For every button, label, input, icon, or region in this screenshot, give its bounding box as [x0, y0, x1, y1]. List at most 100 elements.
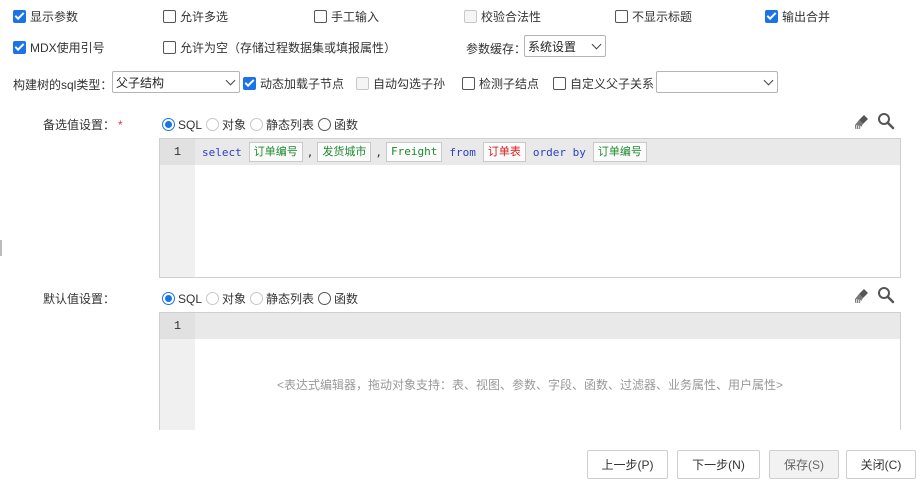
- checkbox-icon: [462, 77, 475, 90]
- radio-static-list[interactable]: 静态列表: [250, 116, 314, 133]
- comma: ,: [306, 145, 314, 159]
- allow-empty-checkbox[interactable]: 允许为空（存储过程数据集或填报属性）: [163, 39, 396, 56]
- radio-sql-label: SQL: [178, 291, 203, 306]
- show-params-label: 显示参数: [30, 10, 79, 24]
- close-button[interactable]: 关闭(C): [846, 450, 916, 479]
- hide-title-checkbox[interactable]: 不显示标题: [615, 8, 692, 25]
- line-number: 1: [160, 139, 195, 165]
- radio-object[interactable]: 对象: [206, 290, 246, 307]
- dynamic-load-checkbox[interactable]: 动态加载子节点: [243, 75, 344, 92]
- sql-code-line: select 订单编号 , 发货城市 , Freight from 订单表 or…: [199, 142, 647, 162]
- checkbox-checked-icon: [765, 10, 778, 23]
- output-merge-label: 输出合并: [782, 10, 831, 24]
- tree-sql-type-label: 构建树的sql类型：: [13, 78, 113, 92]
- resize-handle[interactable]: [0, 240, 2, 256]
- hide-title-label: 不显示标题: [632, 10, 693, 24]
- mdx-quote-checkbox[interactable]: MDX使用引号: [13, 39, 105, 56]
- radio-sql-label: SQL: [178, 117, 203, 132]
- custom-parent-label: 自定义父子关系: [570, 77, 655, 91]
- field-token[interactable]: 订单编号: [592, 142, 647, 162]
- radio-object-label: 对象: [222, 292, 247, 306]
- chevron-down-icon: [591, 39, 602, 50]
- search-icon[interactable]: [877, 112, 895, 130]
- checkbox-icon: [615, 10, 628, 23]
- checkbox-icon: [314, 10, 327, 23]
- allow-multi-label: 允许多选: [180, 10, 229, 24]
- tree-sql-type-select[interactable]: 父子结构: [112, 71, 240, 93]
- field-token[interactable]: 发货城市: [317, 142, 372, 162]
- field-token[interactable]: Freight: [386, 142, 443, 162]
- param-cache-value: 系统设置: [528, 39, 577, 54]
- radio-sql[interactable]: SQL: [162, 118, 202, 132]
- radio-icon: [318, 292, 332, 305]
- checkbox-checked-icon: [13, 10, 26, 23]
- active-line: [160, 313, 900, 339]
- param-cache-select[interactable]: 系统设置: [524, 35, 606, 57]
- validate-checkbox: 校验合法性: [464, 8, 541, 25]
- candidate-label: 备选值设置： *: [43, 116, 123, 133]
- radio-function[interactable]: 函数: [318, 290, 358, 307]
- field-token[interactable]: 订单编号: [248, 142, 303, 162]
- checkbox-icon: [163, 41, 176, 54]
- line-number: 1: [160, 313, 195, 339]
- radio-icon: [250, 292, 264, 305]
- auto-check-desc-label: 自动勾选子孙: [373, 77, 446, 91]
- radio-icon: [206, 118, 220, 131]
- broom-icon[interactable]: [853, 113, 871, 131]
- radio-object[interactable]: 对象: [206, 116, 246, 133]
- candidate-sql-editor[interactable]: 1 select 订单编号 , 发货城市 , Freight from 订单表 …: [159, 138, 901, 278]
- auto-check-desc-checkbox: 自动勾选子孙: [356, 75, 445, 92]
- param-cache-label: 参数缓存：: [466, 42, 527, 56]
- show-params-checkbox[interactable]: 显示参数: [13, 8, 78, 25]
- checkbox-icon: [163, 10, 176, 23]
- search-icon[interactable]: [877, 286, 895, 304]
- validate-label: 校验合法性: [481, 10, 542, 24]
- checkbox-checked-icon: [13, 41, 26, 54]
- default-sql-editor[interactable]: 1 <表达式编辑器，拖动对象支持：表、视图、参数、字段、函数、过滤器、业务属性、…: [159, 312, 901, 430]
- radio-function-label: 函数: [334, 118, 359, 132]
- detect-child-checkbox[interactable]: 检测子结点: [462, 75, 539, 92]
- kw-select: select: [202, 145, 242, 159]
- broom-icon[interactable]: [853, 287, 871, 305]
- radio-static-list[interactable]: 静态列表: [250, 290, 314, 307]
- candidate-source-radios: SQL 对象 静态列表 函数: [162, 116, 362, 133]
- radio-icon: [206, 292, 220, 305]
- allow-multi-checkbox[interactable]: 允许多选: [163, 8, 228, 25]
- radio-function[interactable]: 函数: [318, 116, 358, 133]
- required-mark: *: [118, 118, 123, 132]
- default-label-text: 默认值设置：: [43, 292, 116, 306]
- prev-button[interactable]: 上一步(P): [587, 450, 668, 479]
- kw-order-by: order by: [532, 145, 586, 159]
- radio-static-list-label: 静态列表: [266, 292, 315, 306]
- manual-input-checkbox[interactable]: 手工输入: [314, 8, 379, 25]
- checkbox-icon: [553, 77, 566, 90]
- checkbox-disabled-icon: [464, 10, 477, 23]
- editor-placeholder: <表达式编辑器，拖动对象支持：表、视图、参数、字段、函数、过滤器、业务属性、用户…: [276, 378, 784, 392]
- radio-icon: [318, 118, 332, 131]
- checkbox-checked-icon: [243, 77, 256, 90]
- save-button[interactable]: 保存(S): [769, 450, 839, 479]
- radio-static-list-label: 静态列表: [266, 118, 315, 132]
- radio-selected-icon: [162, 118, 175, 131]
- output-merge-checkbox[interactable]: 输出合并: [765, 8, 830, 25]
- kw-from: from: [449, 145, 476, 159]
- radio-icon: [250, 118, 264, 131]
- candidate-label-text: 备选值设置：: [43, 118, 116, 132]
- checkbox-disabled-icon: [356, 77, 369, 90]
- radio-sql[interactable]: SQL: [162, 292, 202, 306]
- table-token[interactable]: 订单表: [482, 142, 526, 162]
- radio-function-label: 函数: [334, 292, 359, 306]
- custom-parent-checkbox[interactable]: 自定义父子关系: [553, 75, 654, 92]
- detect-child-label: 检测子结点: [479, 77, 540, 91]
- default-source-radios: SQL 对象 静态列表 函数: [162, 290, 362, 307]
- manual-input-label: 手工输入: [331, 10, 380, 24]
- tree-sql-type-value: 父子结构: [116, 75, 165, 90]
- radio-object-label: 对象: [222, 118, 247, 132]
- custom-parent-select[interactable]: [656, 71, 778, 93]
- default-label: 默认值设置：: [43, 290, 115, 307]
- next-button[interactable]: 下一步(N): [677, 450, 760, 479]
- mdx-quote-label: MDX使用引号: [30, 41, 105, 55]
- allow-empty-label: 允许为空（存储过程数据集或填报属性）: [180, 41, 397, 55]
- dynamic-load-label: 动态加载子节点: [260, 77, 345, 91]
- chevron-down-icon: [225, 75, 236, 86]
